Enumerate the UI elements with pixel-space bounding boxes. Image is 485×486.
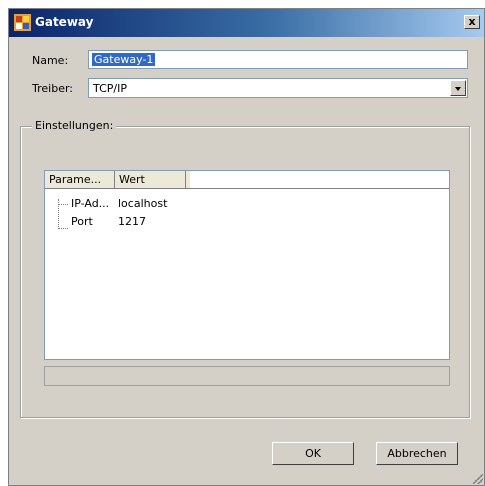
name-input[interactable]: Gateway-1 bbox=[88, 50, 468, 69]
row-param: IP-Ad... bbox=[71, 197, 110, 210]
settings-listview[interactable]: Parame... Wert IP-Ad... localhost Port 1… bbox=[44, 170, 450, 360]
close-button[interactable]: x bbox=[464, 15, 480, 29]
column-header-value[interactable]: Wert bbox=[115, 171, 186, 188]
resize-grip-icon[interactable] bbox=[473, 474, 483, 484]
row-value: localhost bbox=[118, 197, 168, 210]
table-row[interactable]: Port 1217 bbox=[45, 213, 449, 231]
listview-header: Parame... Wert bbox=[45, 171, 449, 189]
chevron-down-icon[interactable] bbox=[450, 80, 466, 96]
tree-branch bbox=[58, 228, 68, 229]
settings-group-title: Einstellungen: bbox=[32, 119, 117, 132]
ok-button[interactable]: OK bbox=[272, 442, 354, 465]
description-bar bbox=[44, 366, 450, 386]
tree-branch bbox=[58, 204, 68, 205]
driver-label: Treiber: bbox=[32, 82, 73, 95]
row-value: 1217 bbox=[118, 215, 146, 228]
name-label: Name: bbox=[32, 54, 69, 67]
app-icon bbox=[14, 14, 31, 31]
cancel-button[interactable]: Abbrechen bbox=[376, 442, 458, 465]
table-row[interactable]: IP-Ad... localhost bbox=[45, 195, 449, 213]
driver-select-value: TCP/IP bbox=[93, 82, 127, 95]
window-title: Gateway bbox=[35, 15, 94, 29]
title-bar[interactable]: Gateway x bbox=[9, 9, 484, 37]
column-header-parameter[interactable]: Parame... bbox=[45, 171, 115, 188]
row-param: Port bbox=[71, 215, 93, 228]
driver-select[interactable]: TCP/IP bbox=[88, 78, 468, 98]
name-input-value: Gateway-1 bbox=[92, 53, 156, 66]
column-header-spacer bbox=[186, 171, 190, 188]
